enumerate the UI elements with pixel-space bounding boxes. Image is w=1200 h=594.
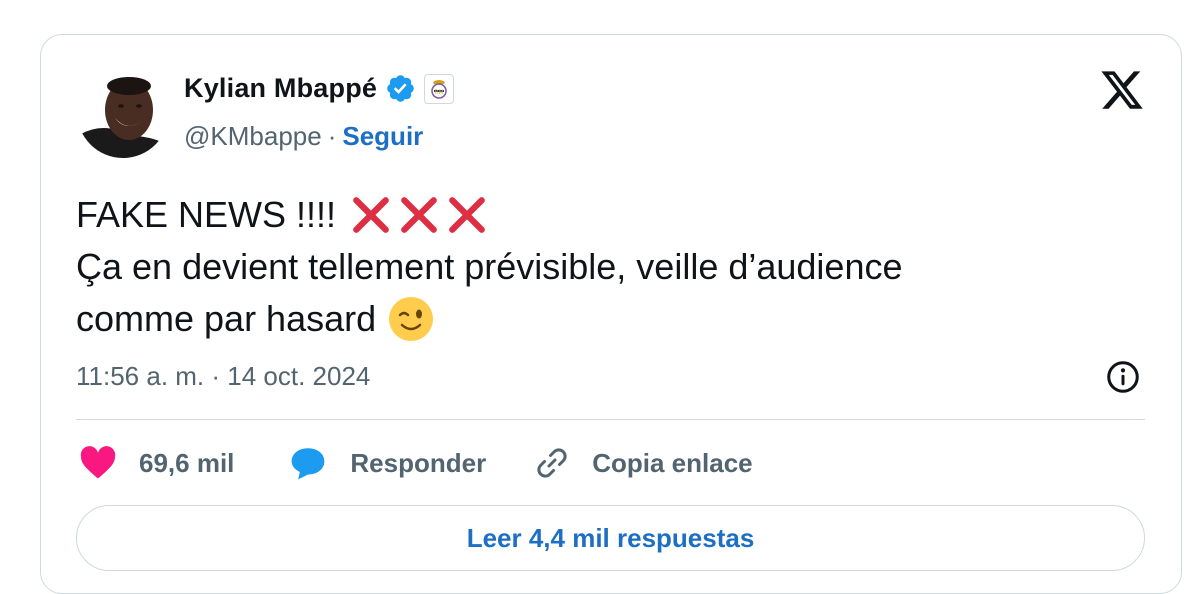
tweet-timestamp[interactable]: 11:56 a. m. · 14 oct. 2024 <box>76 361 370 392</box>
cross-mark-icon <box>401 197 437 233</box>
real-madrid-crest-icon[interactable]: RM <box>424 73 455 104</box>
tweet-text: FAKE NEWS !!!! Ça en devient tellement p… <box>76 189 1136 345</box>
link-icon <box>537 448 567 478</box>
reply-label: Responder <box>350 447 487 478</box>
avatar-image <box>77 66 169 158</box>
read-replies-button[interactable]: Leer 4,4 mil respuestas <box>76 505 1145 571</box>
tweet-line-3: comme par hasard <box>76 298 377 339</box>
tweet-card: Kylian Mbappé RM @KMbappe · Seguir FAKE … <box>40 34 1182 594</box>
cross-mark-icon <box>449 197 485 233</box>
speech-bubble-icon <box>292 448 325 480</box>
follow-button[interactable]: Seguir <box>342 121 423 152</box>
divider <box>76 419 1145 420</box>
tweet-line-2: Ça en devient tellement prévisible, veil… <box>76 246 903 287</box>
avatar[interactable] <box>77 66 169 158</box>
verified-badge-icon <box>387 75 414 102</box>
info-icon[interactable] <box>1105 359 1141 395</box>
svg-text:RM: RM <box>434 89 443 96</box>
copy-link-button[interactable]: Copia enlace <box>534 445 753 481</box>
reply-button[interactable]: Responder <box>288 445 486 481</box>
cross-mark-icon <box>353 197 389 233</box>
read-replies-label: Leer 4,4 mil respuestas <box>466 522 755 553</box>
author-handle[interactable]: @KMbappe <box>184 121 322 152</box>
winking-face-icon <box>389 297 434 341</box>
like-count: 69,6 mil <box>139 447 235 478</box>
author-name[interactable]: Kylian Mbappé <box>184 73 377 104</box>
tweet-line-1: FAKE NEWS !!!! <box>76 194 337 235</box>
like-button[interactable]: 69,6 mil <box>79 446 234 480</box>
copy-link-label: Copia enlace <box>592 447 753 478</box>
x-logo-icon[interactable] <box>1099 67 1145 113</box>
separator: · <box>327 121 337 151</box>
heart-icon <box>80 446 116 479</box>
